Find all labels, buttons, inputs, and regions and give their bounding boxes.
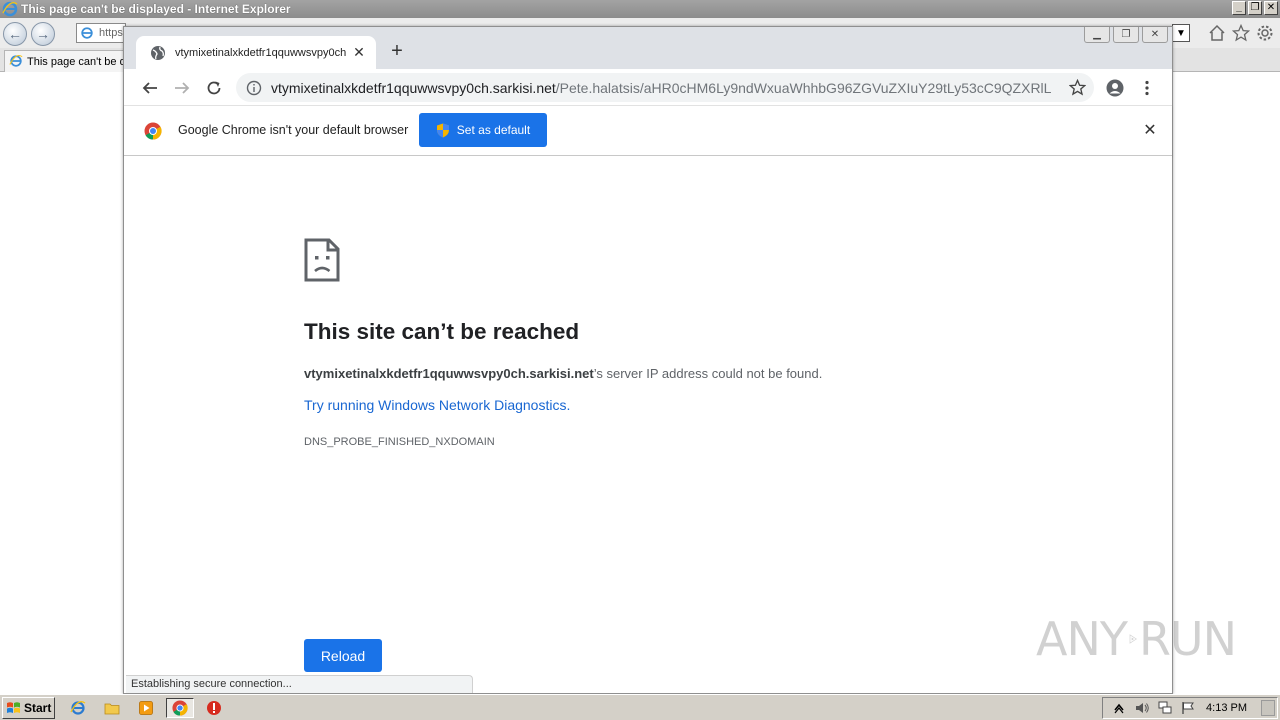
chrome-tab-title: vtymixetinalxkdetfr1qquwwsvpy0ch <box>175 46 347 59</box>
set-as-default-button[interactable]: Set as default <box>419 113 547 147</box>
taskbar: Start 4:13 PM <box>0 694 1280 720</box>
start-button[interactable]: Start <box>2 697 55 719</box>
url-path: /Pete.halatsis/aHR0cHM6Ly9ndWxuaWhhbG96Z… <box>555 79 1051 96</box>
taskbar-stop-button[interactable] <box>200 698 228 718</box>
globe-icon <box>151 45 165 60</box>
error-title: This site can’t be reached <box>304 319 580 344</box>
back-icon[interactable]: ← <box>3 22 27 46</box>
forward-icon[interactable] <box>171 77 193 99</box>
watermark-right-text: RUN <box>1138 612 1237 666</box>
ie-title-bar: This page can't be displayed - Internet … <box>0 0 1280 18</box>
volume-icon[interactable] <box>1135 701 1149 715</box>
address-dropdown-icon[interactable]: ▼ <box>1172 24 1190 42</box>
error-description: vtymixetinalxkdetfr1qquwwsvpy0ch.sarkisi… <box>304 366 822 381</box>
ie-logo-icon <box>2 1 18 17</box>
chrome-window-controls: ▁ ❐ ✕ <box>1084 27 1168 43</box>
media-player-icon <box>139 701 153 715</box>
ie-icon <box>70 701 86 715</box>
tab-close-icon[interactable]: ✕ <box>352 44 366 60</box>
ie-window-controls: _ ❐ ✕ <box>1232 1 1278 15</box>
favorites-star-icon[interactable] <box>1232 24 1250 42</box>
flag-icon[interactable] <box>1181 701 1195 715</box>
taskbar-chrome-button[interactable] <box>166 698 194 718</box>
forward-icon[interactable]: → <box>31 22 55 46</box>
bookmark-star-icon[interactable] <box>1069 79 1086 96</box>
taskbar-explorer-button[interactable] <box>98 698 126 718</box>
chrome-tab-strip: vtymixetinalxkdetfr1qquwwsvpy0ch ✕ + ▁ ❐… <box>124 27 1172 69</box>
anyrun-watermark: ANY RUN <box>1036 606 1237 672</box>
error-host: vtymixetinalxkdetfr1qquwwsvpy0ch.sarkisi… <box>304 366 594 381</box>
shield-icon <box>436 123 449 137</box>
reload-icon[interactable] <box>203 77 225 99</box>
folder-icon <box>104 703 120 715</box>
ie-page-icon <box>81 27 93 39</box>
profile-avatar-icon[interactable] <box>1104 77 1126 99</box>
start-label: Start <box>24 701 52 715</box>
ie-tab-icon <box>9 54 23 67</box>
home-icon[interactable] <box>1208 24 1226 42</box>
error-page: This site can’t be reached vtymixetinalx… <box>124 156 1172 693</box>
play-logo-icon <box>1129 634 1137 644</box>
error-code: DNS_PROBE_FINISHED_NXDOMAIN <box>304 436 495 448</box>
new-tab-button[interactable]: + <box>386 40 408 62</box>
network-diagnostics-link[interactable]: Try running Windows Network Diagnostics. <box>304 397 570 413</box>
clock: 4:13 PM <box>1206 702 1247 714</box>
set-as-default-label: Set as default <box>456 123 531 137</box>
chrome-icon <box>172 700 188 716</box>
show-desktop-button[interactable] <box>1261 700 1275 716</box>
ie-window-title: This page can't be displayed - Internet … <box>21 2 291 16</box>
taskbar-media-button[interactable] <box>132 698 160 718</box>
close-icon[interactable]: ✕ <box>1264 1 1278 15</box>
menu-kebab-icon[interactable] <box>1136 77 1158 99</box>
chrome-tab[interactable]: vtymixetinalxkdetfr1qquwwsvpy0ch ✕ <box>136 36 376 69</box>
info-icon[interactable] <box>246 80 262 96</box>
restore-icon[interactable]: ❐ <box>1248 1 1262 15</box>
ie-address-bar[interactable]: https: <box>76 23 126 43</box>
sad-document-icon <box>304 238 340 282</box>
network-icon[interactable] <box>1158 701 1172 715</box>
reload-button[interactable]: Reload <box>304 639 382 672</box>
default-browser-infobar: Google Chrome isn't your default browser… <box>124 106 1172 156</box>
windows-logo-icon <box>7 702 20 713</box>
url-host: vtymixetinalxkdetfr1qquwwsvpy0ch.sarkisi… <box>271 79 556 96</box>
error-description-suffix: ’s server IP address could not be found. <box>593 366 823 381</box>
infobar-message: Google Chrome isn't your default browser <box>178 123 409 137</box>
chrome-logo-icon <box>144 122 162 140</box>
status-bubble: Establishing secure connection... <box>126 675 473 693</box>
omnibox[interactable]: vtymixetinalxkdetfr1qquwwsvpy0ch.sarkisi… <box>236 73 1094 102</box>
back-icon[interactable] <box>139 77 161 99</box>
chrome-window: vtymixetinalxkdetfr1qquwwsvpy0ch ✕ + ▁ ❐… <box>123 26 1173 694</box>
show-hidden-icon[interactable] <box>1112 701 1126 715</box>
stop-icon <box>207 701 221 715</box>
system-tray: 4:13 PM <box>1102 697 1278 719</box>
ie-command-icons <box>1208 24 1274 42</box>
restore-icon[interactable]: ❐ <box>1113 27 1139 43</box>
chrome-toolbar: vtymixetinalxkdetfr1qquwwsvpy0ch.sarkisi… <box>124 69 1172 106</box>
infobar-close-icon[interactable]: ✕ <box>1142 122 1158 139</box>
settings-gear-icon[interactable] <box>1256 24 1274 42</box>
watermark-left-text: ANY <box>1036 612 1128 666</box>
minimize-icon[interactable]: _ <box>1232 1 1246 15</box>
ie-address-text: https: <box>99 27 126 39</box>
url-text: vtymixetinalxkdetfr1qquwwsvpy0ch.sarkisi… <box>271 80 1051 96</box>
ie-tab[interactable]: This page can't be d <box>4 50 126 72</box>
taskbar-ie-button[interactable] <box>64 698 92 718</box>
minimize-icon[interactable]: ▁ <box>1084 27 1110 43</box>
ie-tab-title: This page can't be d <box>27 55 126 68</box>
close-icon[interactable]: ✕ <box>1142 27 1168 43</box>
